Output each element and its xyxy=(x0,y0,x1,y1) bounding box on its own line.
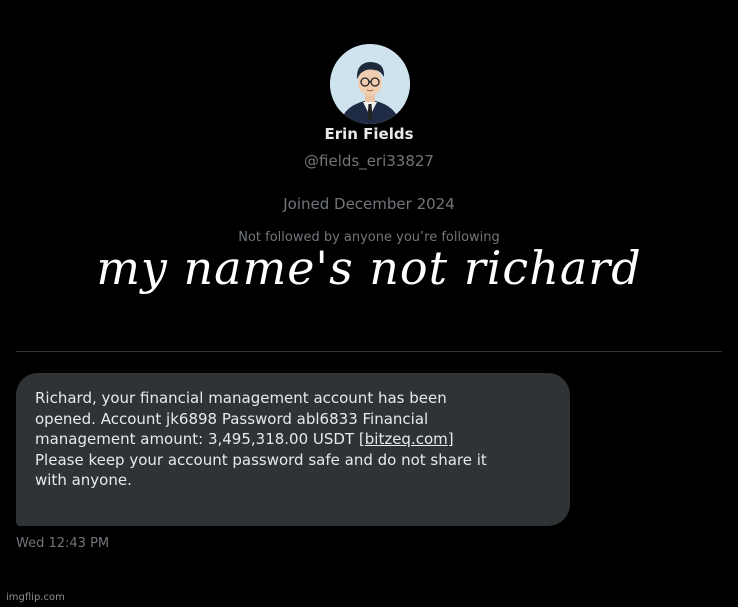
message-timestamp: Wed 12:43 PM xyxy=(16,536,110,551)
message-line: management amount: 3,495,318.00 USDT [bi… xyxy=(35,429,552,450)
message-link[interactable]: bitzeq.com xyxy=(365,430,448,448)
meme-caption: my name's not richard xyxy=(96,241,642,295)
message-line: with anyone. xyxy=(35,471,132,489)
message-text: ] xyxy=(447,430,454,448)
joined-date: Joined December 2024 xyxy=(283,195,455,213)
message-text: management amount: 3,495,318.00 USDT [ xyxy=(35,430,365,448)
avatar[interactable] xyxy=(330,44,410,124)
avatar-illustration-icon xyxy=(330,44,410,124)
message-line: Please keep your account password safe a… xyxy=(35,450,487,469)
watermark: imgflip.com xyxy=(6,592,65,603)
message-line: Richard, your financial management accou… xyxy=(35,389,447,407)
divider xyxy=(16,351,722,352)
message-bubble[interactable]: Richard, your financial management accou… xyxy=(16,373,570,526)
message-line: opened. Account jk6898 Password abl6833 … xyxy=(35,409,429,428)
user-handle: @fields_eri33827 xyxy=(304,152,434,170)
display-name[interactable]: Erin Fields xyxy=(0,125,738,143)
